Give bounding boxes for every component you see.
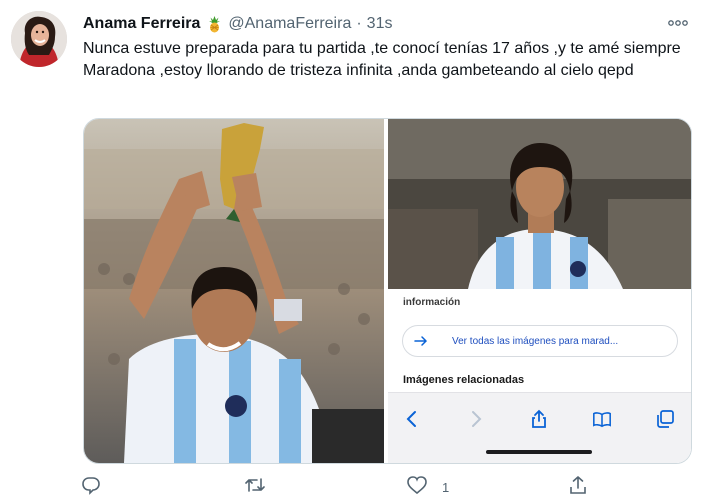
bookmarks-icon[interactable] <box>592 409 612 429</box>
photo-trophy[interactable] <box>84 119 384 463</box>
avatar[interactable] <box>11 11 67 67</box>
pineapple-icon <box>207 15 222 33</box>
author-name[interactable]: Anama Ferreira <box>83 15 200 33</box>
tabs-icon[interactable] <box>655 409 675 429</box>
forward-chevron-icon[interactable] <box>466 409 486 429</box>
like-button[interactable]: 1 <box>406 475 449 500</box>
screenshot-panel: información Ver todas las imágenes para … <box>388 119 691 463</box>
more-options-icon[interactable] <box>667 13 689 33</box>
related-images-heading: Imágenes relacionadas <box>403 374 525 386</box>
author-handle[interactable]: @AnamaFerreira <box>228 15 351 33</box>
timestamp[interactable]: 31s <box>367 15 393 33</box>
reply-button[interactable] <box>81 475 115 500</box>
reply-icon <box>81 475 101 500</box>
arrow-right-icon <box>414 334 428 348</box>
tweet-text: Nunca estuve preparada para tu partida ,… <box>83 40 681 79</box>
heart-icon <box>406 475 428 500</box>
view-all-label: Ver todas las imágenes para marad... <box>452 335 619 347</box>
share-upload-icon <box>568 475 588 500</box>
photo-trophy-image <box>84 119 384 463</box>
home-indicator <box>486 450 592 454</box>
photo-portrait-image <box>388 119 691 289</box>
view-all-images-button[interactable]: Ver todas las imágenes para marad... <box>402 325 678 357</box>
like-count: 1 <box>442 480 450 495</box>
avatar-image <box>11 11 67 67</box>
share-button[interactable] <box>568 475 602 500</box>
media-grid: información Ver todas las imágenes para … <box>83 118 692 464</box>
back-chevron-icon[interactable] <box>402 409 422 429</box>
photo-portrait[interactable] <box>388 119 691 289</box>
share-icon[interactable] <box>529 409 549 429</box>
separator-dot: · <box>356 15 362 32</box>
retweet-icon <box>244 475 266 500</box>
tweet-header: Anama Ferreira @AnamaFerreira · 31s <box>83 12 688 36</box>
info-label: información <box>403 297 461 308</box>
retweet-button[interactable] <box>244 475 280 500</box>
tweet-actions: 1 <box>0 475 708 497</box>
browser-toolbar <box>388 392 691 463</box>
